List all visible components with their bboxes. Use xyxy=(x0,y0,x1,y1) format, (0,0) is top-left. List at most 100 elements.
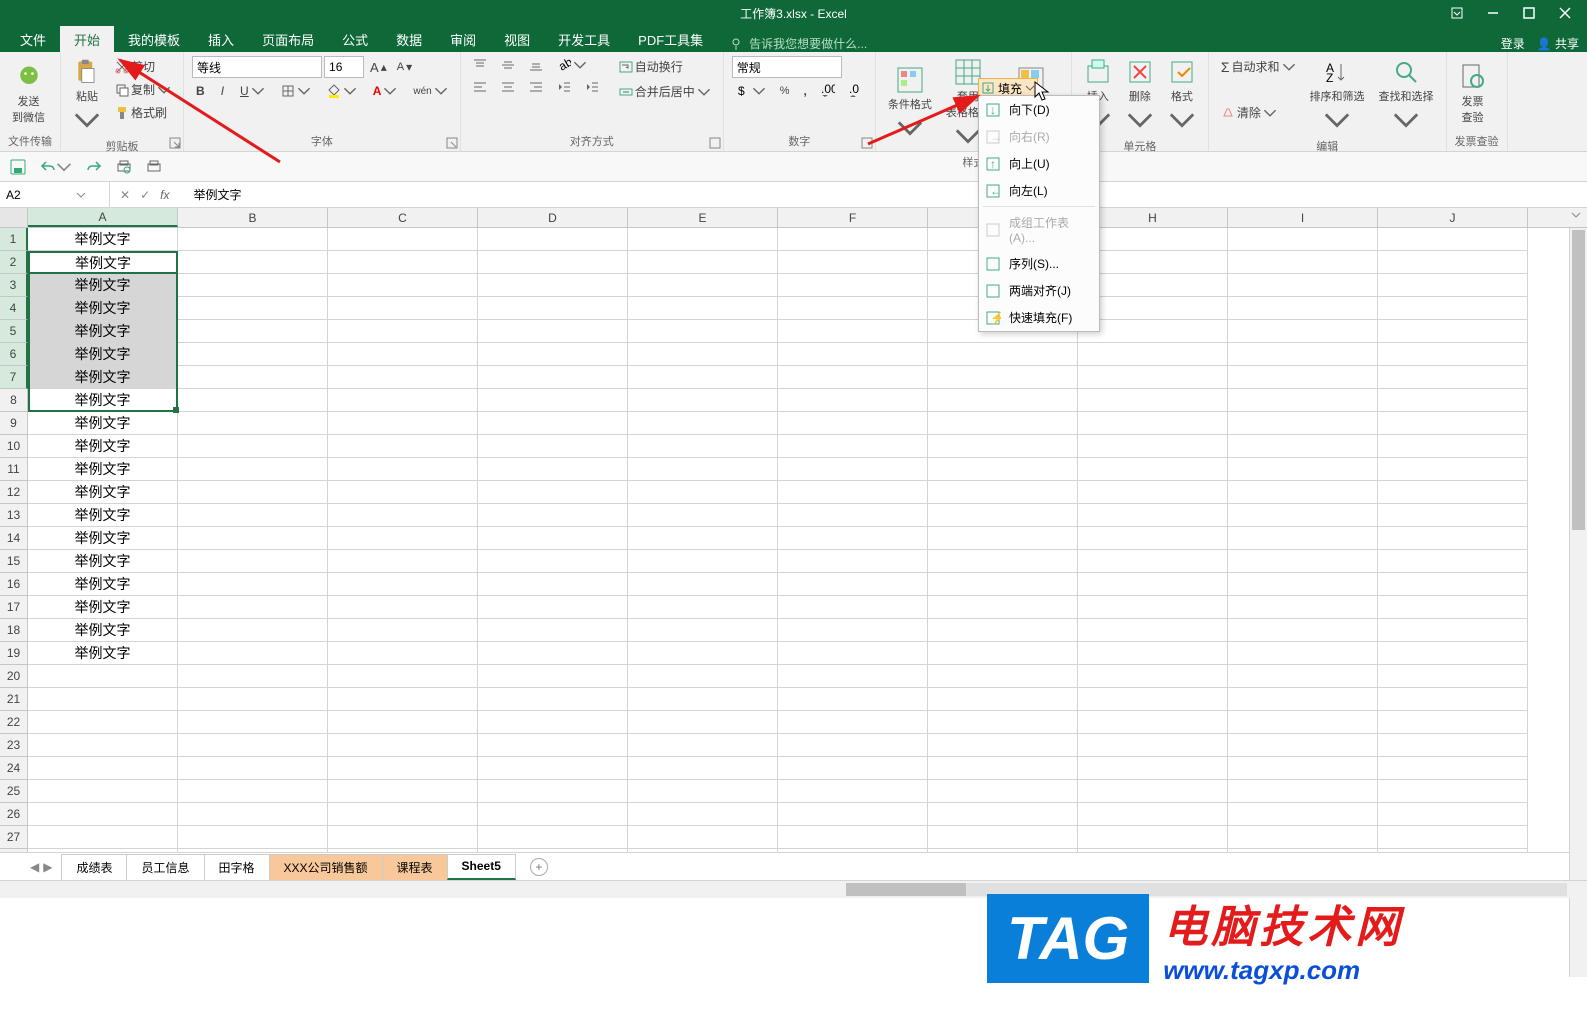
cell[interactable] xyxy=(1078,274,1228,297)
cell[interactable] xyxy=(478,389,628,412)
cell[interactable]: 举例文字 xyxy=(28,389,178,412)
cell[interactable] xyxy=(478,435,628,458)
decrease-indent-button[interactable] xyxy=(553,78,575,96)
cell[interactable] xyxy=(328,573,478,596)
cell[interactable] xyxy=(1078,826,1228,849)
sort-filter-button[interactable]: AZ排序和筛选 xyxy=(1306,56,1369,136)
name-box-input[interactable] xyxy=(6,188,76,202)
cell[interactable] xyxy=(628,711,778,734)
cell[interactable] xyxy=(1228,734,1378,757)
cell[interactable] xyxy=(928,366,1078,389)
cell[interactable] xyxy=(1228,274,1378,297)
tab-PDF工具集[interactable]: PDF工具集 xyxy=(624,26,717,52)
underline-button[interactable]: U xyxy=(236,82,269,100)
cell[interactable] xyxy=(478,481,628,504)
number-format-select[interactable] xyxy=(732,56,842,78)
cell[interactable] xyxy=(1078,343,1228,366)
select-all-triangle[interactable] xyxy=(0,208,28,227)
cell[interactable] xyxy=(328,550,478,573)
row-header[interactable]: 22 xyxy=(0,711,28,734)
cell[interactable] xyxy=(1378,573,1528,596)
align-left-button[interactable] xyxy=(469,78,491,96)
cell[interactable] xyxy=(778,343,928,366)
wrap-text-button[interactable]: 自动换行 xyxy=(615,56,715,77)
cell[interactable]: 举例文字 xyxy=(28,550,178,573)
row-header[interactable]: 1 xyxy=(0,228,28,251)
cell[interactable] xyxy=(1078,481,1228,504)
cell[interactable] xyxy=(628,527,778,550)
cell[interactable] xyxy=(478,412,628,435)
cell[interactable] xyxy=(478,849,628,852)
format-cells-button[interactable]: 格式 xyxy=(1164,56,1200,136)
cell[interactable] xyxy=(328,274,478,297)
cell[interactable] xyxy=(1378,734,1528,757)
cut-button[interactable]: 剪切 xyxy=(111,56,175,77)
cell[interactable] xyxy=(478,688,628,711)
vertical-scrollbar[interactable] xyxy=(1569,228,1587,977)
cell[interactable] xyxy=(928,780,1078,803)
format-painter-button[interactable]: 格式刷 xyxy=(111,102,175,123)
cell[interactable] xyxy=(178,504,328,527)
row-header[interactable]: 13 xyxy=(0,504,28,527)
row-header[interactable]: 19 xyxy=(0,642,28,665)
cell[interactable] xyxy=(178,642,328,665)
row-header[interactable]: 16 xyxy=(0,573,28,596)
cell[interactable] xyxy=(28,849,178,852)
cell[interactable] xyxy=(628,803,778,826)
cell[interactable]: 举例文字 xyxy=(28,504,178,527)
row-header[interactable]: 11 xyxy=(0,458,28,481)
cell[interactable] xyxy=(778,688,928,711)
cell[interactable] xyxy=(178,849,328,852)
paste-button[interactable]: 粘贴 xyxy=(69,56,105,136)
cell[interactable] xyxy=(178,366,328,389)
cell[interactable] xyxy=(1228,757,1378,780)
tab-开发工具[interactable]: 开发工具 xyxy=(544,26,624,52)
cell[interactable] xyxy=(1228,481,1378,504)
cell[interactable] xyxy=(1078,688,1228,711)
cell[interactable] xyxy=(328,619,478,642)
align-top-button[interactable] xyxy=(469,56,491,74)
cell[interactable] xyxy=(1078,251,1228,274)
cell[interactable] xyxy=(28,251,178,274)
dialog-launcher-icon[interactable] xyxy=(861,137,873,149)
cell[interactable] xyxy=(778,527,928,550)
print-icon[interactable] xyxy=(146,159,162,175)
cell[interactable] xyxy=(1378,826,1528,849)
increase-decimal-button[interactable]: .00 xyxy=(817,82,839,100)
row-header[interactable]: 24 xyxy=(0,757,28,780)
cell[interactable] xyxy=(1078,228,1228,251)
enter-formula-icon[interactable]: ✓ xyxy=(140,188,150,202)
cell[interactable] xyxy=(328,343,478,366)
cell[interactable] xyxy=(178,780,328,803)
minimize-icon[interactable] xyxy=(1479,3,1507,23)
cell[interactable] xyxy=(928,711,1078,734)
tell-me-search[interactable]: 告诉我您想要做什么... xyxy=(729,35,867,52)
cell[interactable]: 举例文字 xyxy=(28,228,178,251)
cell[interactable] xyxy=(1378,849,1528,852)
cell[interactable] xyxy=(478,343,628,366)
cell[interactable] xyxy=(928,642,1078,665)
cell[interactable] xyxy=(1228,297,1378,320)
cell[interactable] xyxy=(478,550,628,573)
cell[interactable] xyxy=(628,412,778,435)
cell[interactable] xyxy=(1078,757,1228,780)
cell[interactable] xyxy=(628,642,778,665)
dialog-launcher-icon[interactable] xyxy=(446,137,458,149)
cell[interactable] xyxy=(1228,435,1378,458)
cell[interactable] xyxy=(778,320,928,343)
cell[interactable] xyxy=(1228,780,1378,803)
cell[interactable] xyxy=(1378,642,1528,665)
cells-area[interactable]: 举例文字举例文字举例文字举例文字举例文字举例文字举例文字举例文字举例文字举例文字… xyxy=(28,228,1528,852)
cell[interactable] xyxy=(1228,389,1378,412)
login-link[interactable]: 登录 xyxy=(1501,35,1525,52)
cell[interactable] xyxy=(478,228,628,251)
cell[interactable] xyxy=(928,343,1078,366)
cell[interactable] xyxy=(778,642,928,665)
row-header[interactable]: 23 xyxy=(0,734,28,757)
cell[interactable] xyxy=(328,458,478,481)
cell[interactable] xyxy=(178,757,328,780)
cell[interactable] xyxy=(328,251,478,274)
tab-开始[interactable]: 开始 xyxy=(60,26,114,52)
cell[interactable]: 举例文字 xyxy=(28,642,178,665)
formula-bar-expand-icon[interactable] xyxy=(1569,208,1583,222)
